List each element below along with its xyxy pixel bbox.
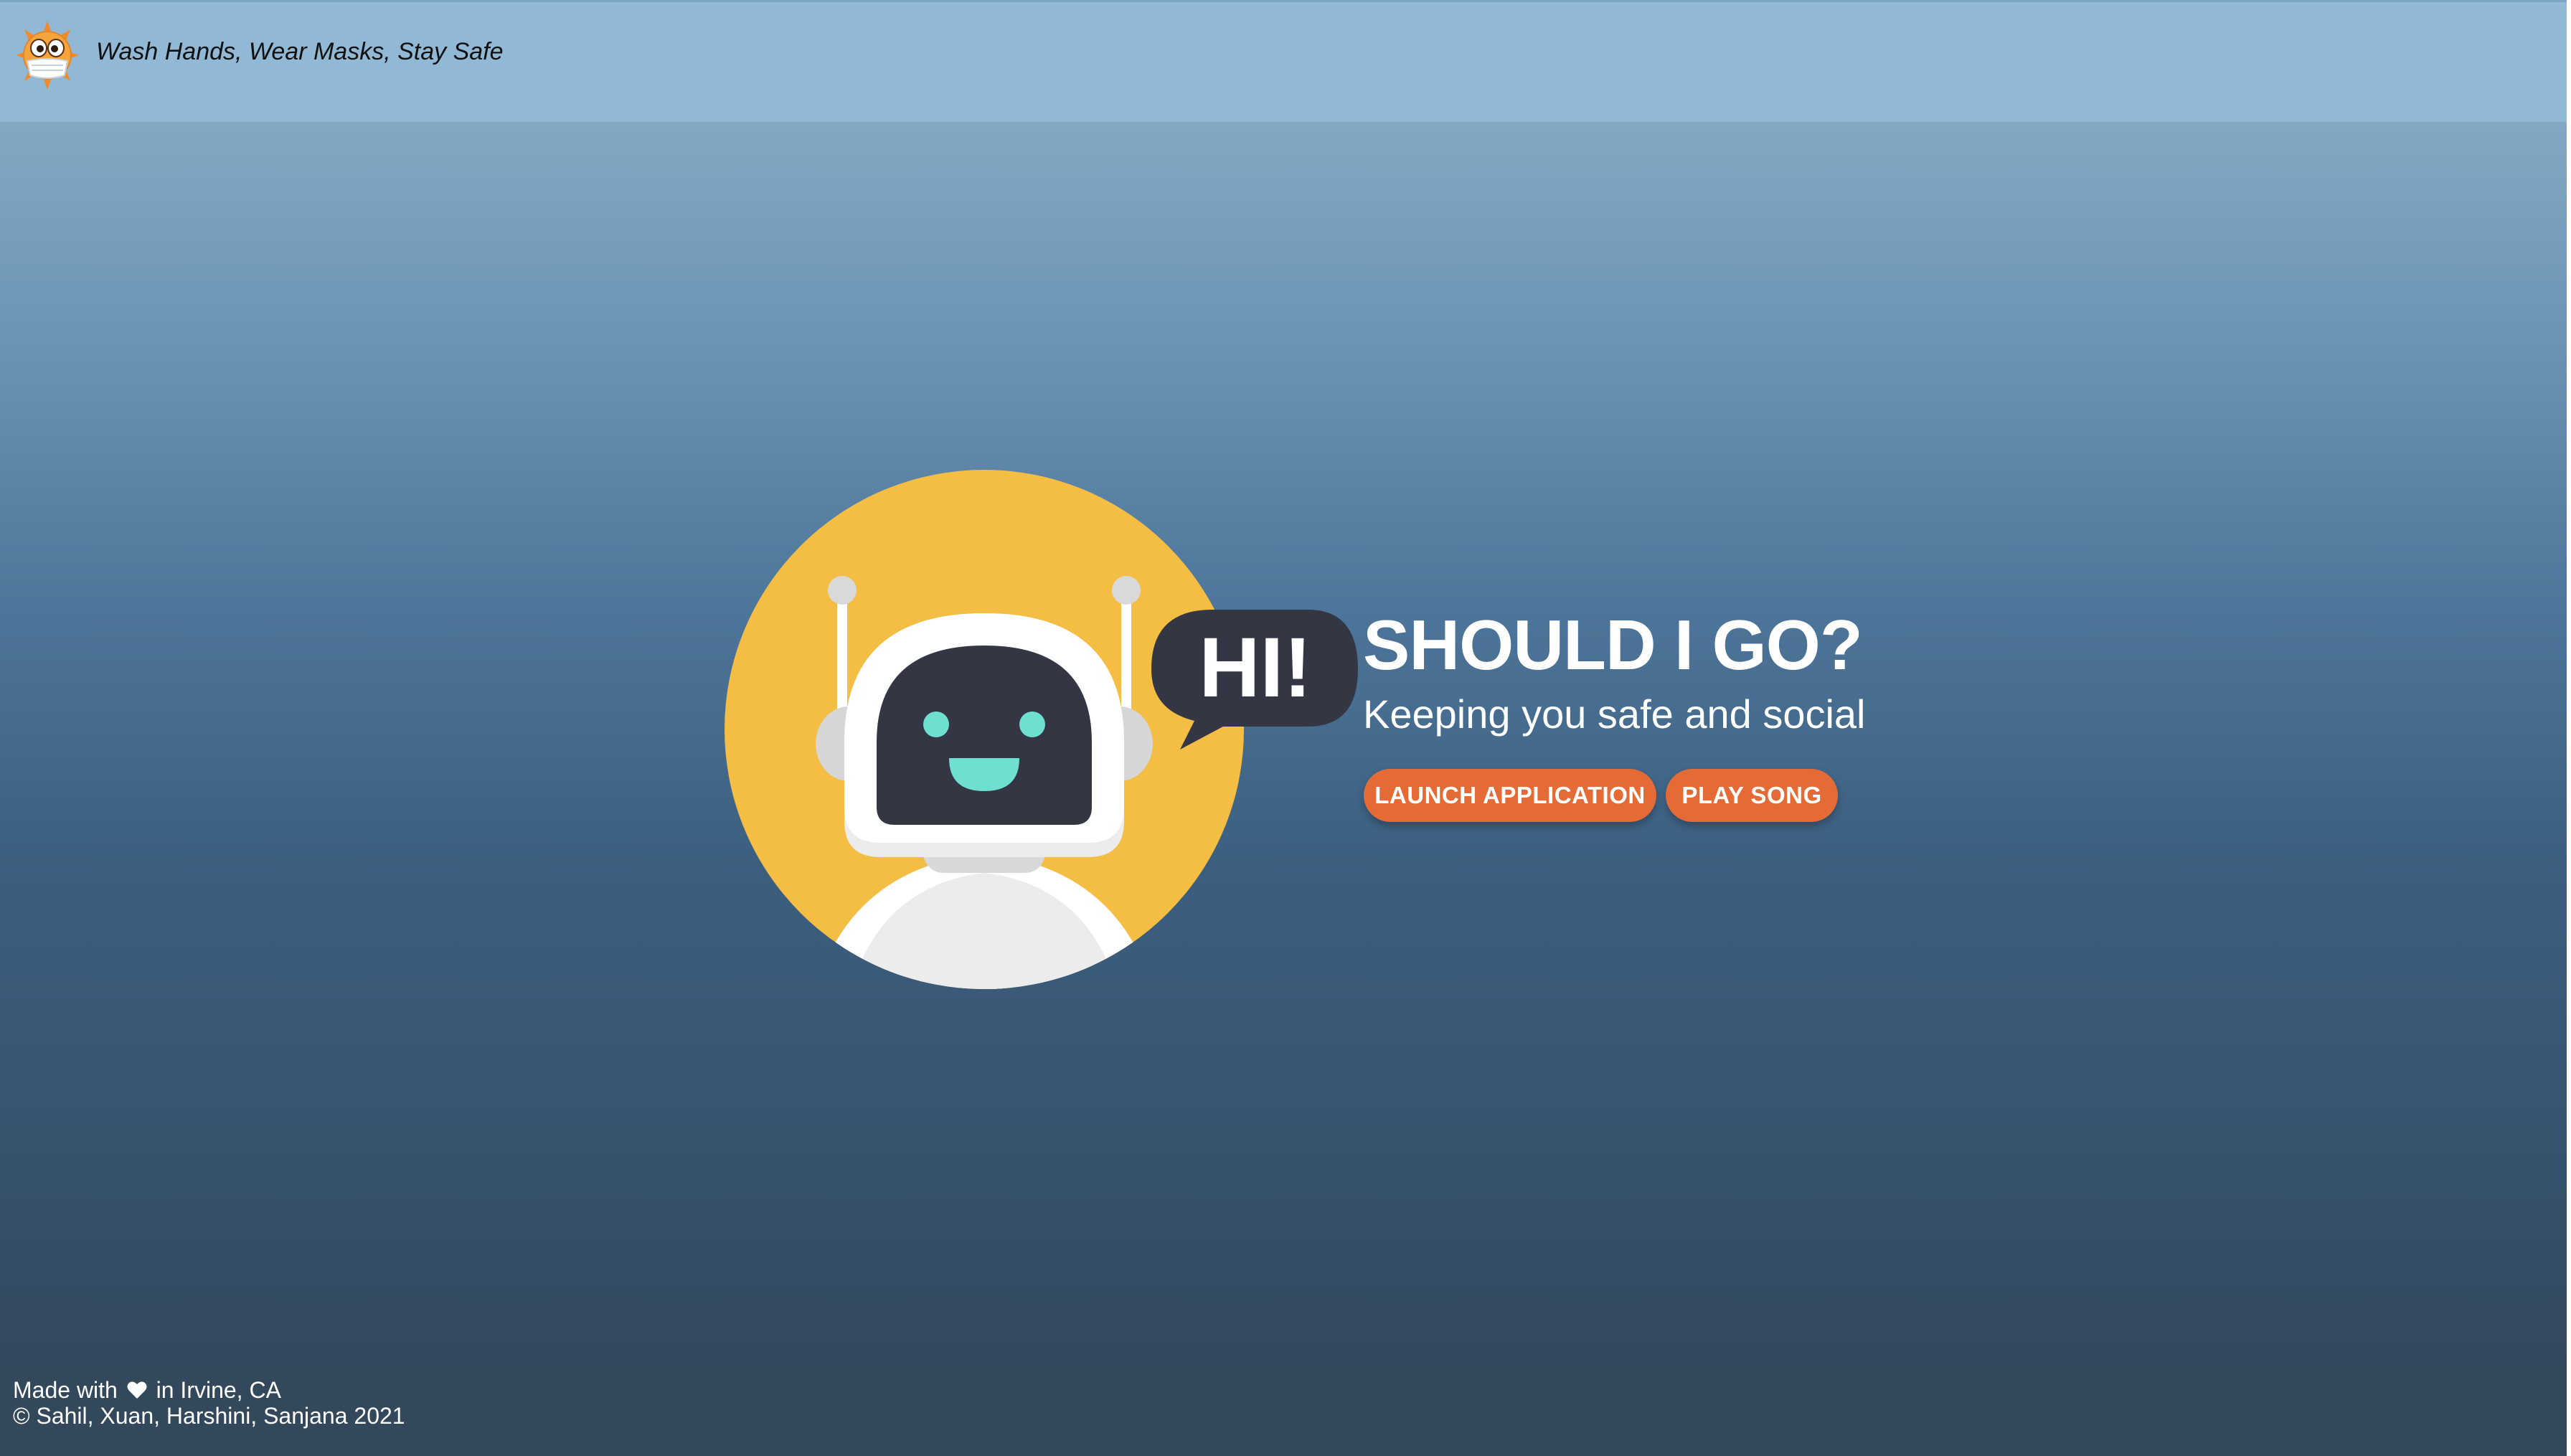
top-header: Wash Hands, Wear Masks, Stay Safe xyxy=(0,0,2567,122)
play-song-button[interactable]: PLAY SONG xyxy=(1666,769,1838,822)
made-with-suffix: in Irvine, CA xyxy=(156,1377,281,1403)
footer-credits: © Sahil, Xuan, Harshini, Sanjana 2021 xyxy=(13,1403,405,1429)
launch-application-button[interactable]: LAUNCH APPLICATION xyxy=(1364,769,1656,822)
page: Wash Hands, Wear Masks, Stay Safe HI! SH… xyxy=(0,0,2571,1456)
window-right-edge xyxy=(2567,0,2571,1456)
robot-illustration: HI! xyxy=(725,470,1358,989)
header-tagline: Wash Hands, Wear Masks, Stay Safe xyxy=(96,38,504,65)
hero-subtitle: Keeping you safe and social xyxy=(1363,691,1866,737)
made-with-prefix: Made with xyxy=(13,1377,118,1403)
masked-virus-logo-icon[interactable] xyxy=(14,19,80,91)
footer-made-with: Made with in Irvine, CA xyxy=(13,1379,281,1401)
hero-title: SHOULD I GO? xyxy=(1363,605,1863,684)
heart-icon xyxy=(127,1381,147,1399)
speech-bubble-text: HI! xyxy=(1199,620,1311,715)
